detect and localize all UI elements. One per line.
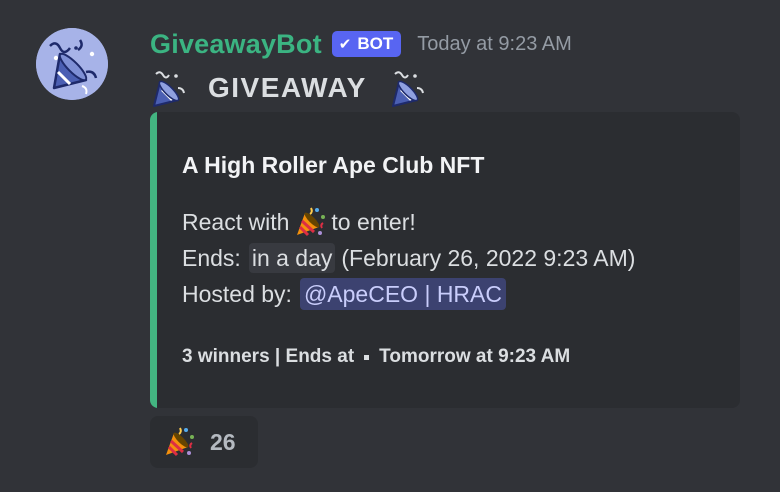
party-popper-icon [36, 28, 108, 100]
checkmark-icon: ✔ [338, 36, 352, 53]
avatar[interactable] [36, 28, 108, 100]
tada-icon [162, 425, 196, 459]
embed-accent-bar [150, 112, 157, 408]
footer-time: Tomorrow at 9:23 AM [379, 346, 571, 367]
react-suffix: to enter! [331, 209, 416, 235]
relative-timestamp[interactable]: in a day [248, 243, 336, 273]
ends-line: Ends: in a day (February 26, 2022 9:23 A… [182, 240, 722, 276]
footer-separator [364, 354, 370, 360]
bot-tag: ✔ BOT [331, 31, 402, 57]
footer-winners: 3 winners | Ends at [182, 346, 355, 367]
react-line: React with to enter! [182, 204, 722, 240]
bot-tag-label: BOT [357, 34, 394, 53]
giveaway-title: GIVEAWAY [150, 66, 425, 110]
tada-icon [293, 205, 327, 239]
message-header: GiveawayBot ✔ BOT Today at 9:23 AM [150, 26, 572, 62]
embed-description: React with to enter! Ends: in a day (Feb… [182, 204, 722, 312]
hosted-label: Hosted by: [182, 281, 292, 307]
giveaway-embed: A High Roller Ape Club NFT React with to… [150, 112, 740, 408]
giveaway-heading: GIVEAWAY [208, 72, 367, 103]
embed-footer: 3 winners | Ends at Tomorrow at 9:23 AM [182, 346, 570, 368]
party-popper-icon [391, 71, 424, 107]
embed-title: A High Roller Ape Club NFT [182, 152, 485, 178]
reaction-count: 26 [210, 428, 236, 455]
host-mention[interactable]: @ApeCEO | HRAC [299, 278, 506, 310]
party-popper-icon [153, 71, 185, 107]
timestamp[interactable]: Today at 9:23 AM [417, 33, 572, 56]
hosted-line: Hosted by: @ApeCEO | HRAC [182, 276, 722, 312]
chat-message: GiveawayBot ✔ BOT Today at 9:23 AM GIVEA… [0, 0, 780, 492]
react-prefix: React with [182, 209, 290, 235]
ends-label: Ends: [182, 245, 241, 271]
username[interactable]: GiveawayBot [150, 29, 322, 60]
reaction-tada[interactable]: 26 [150, 416, 258, 468]
absolute-timestamp: (February 26, 2022 9:23 AM) [341, 245, 636, 271]
